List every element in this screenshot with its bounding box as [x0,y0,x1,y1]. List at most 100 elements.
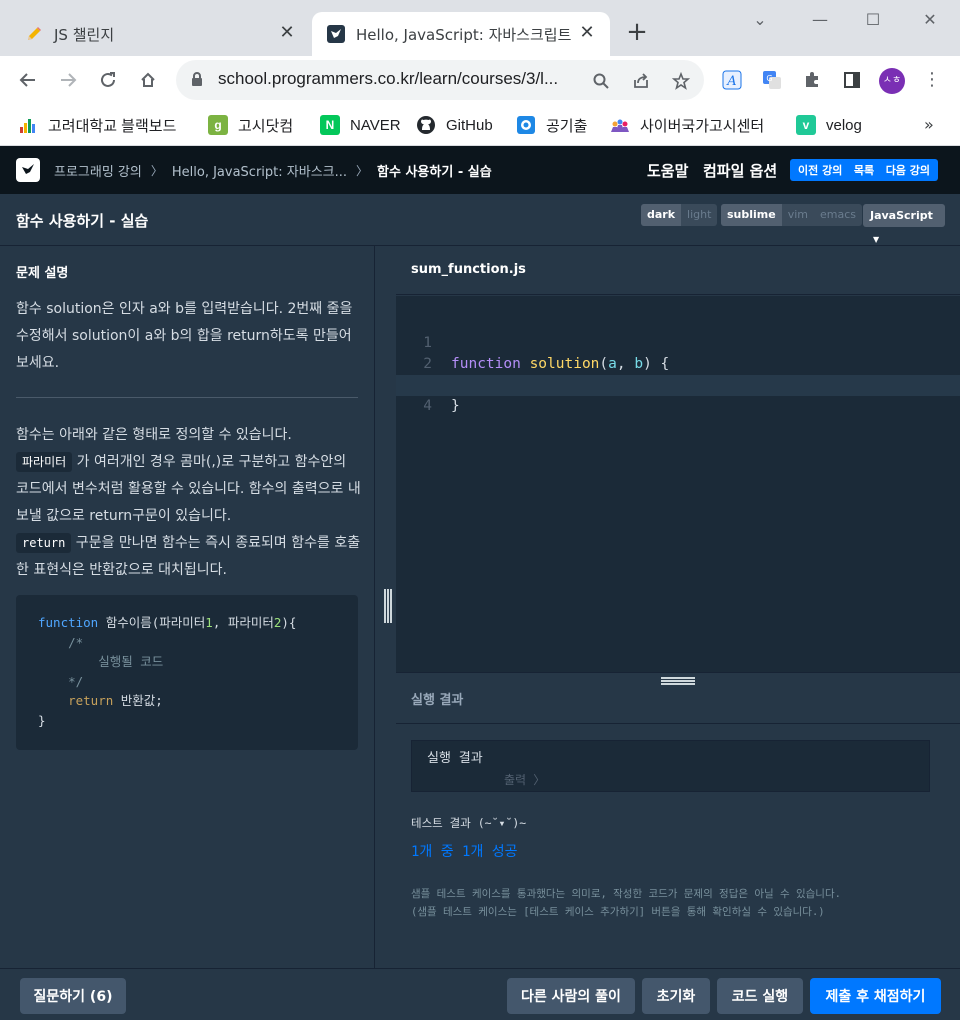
keymap-toggle: sublime vim emacs [721,204,863,226]
zoom-search-icon[interactable] [590,70,612,92]
browser-tab-js-challenge[interactable]: JS 챌린지 ✕ [10,12,310,56]
next-lecture-button[interactable]: 다음 강의 [886,162,930,178]
prev-lecture-button[interactable]: 이전 강의 [798,162,842,178]
output-title: 실행 결과 [427,751,483,766]
result-pane: 실행 결과 실행 결과 출력 〉 테스트 결과 (~˘▾˘)~ 1개 중 1개 … [396,672,960,968]
bars-icon [18,115,38,135]
window-close-icon[interactable]: ✕ [915,8,945,32]
side-panel-icon[interactable] [840,68,864,92]
browser-tab-hello-javascript[interactable]: Hello, JavaScript: 자바스크립트 ✕ [312,12,610,56]
test-note: 샘플 테스트 케이스를 통과했다는 의미로, 작성한 코드가 문제의 정답은 아… [411,888,841,918]
code-line[interactable]: 2 return a + b; [396,333,960,393]
editor-filename-tab[interactable]: sum_function.js [411,262,526,277]
pane-resize-handle[interactable] [384,589,392,623]
language-select[interactable]: JavaScript ▼ [863,204,945,244]
output-toggle[interactable]: 출력 〉 [504,771,545,788]
programmers-logo-icon [326,24,346,44]
home-icon[interactable] [134,66,162,94]
extensions-puzzle-icon[interactable] [800,68,824,92]
bookmark-cyber-exam-center[interactable]: 사이버국가고시센터 [610,113,764,137]
problem-description-pane: 문제 설명 함수 solution은 인자 a와 b를 입력받습니다. 2번째 … [0,246,375,968]
url-text: school.programmers.co.kr/learn/courses/3… [218,69,559,88]
code-editor[interactable]: 1 function solution(a, b) { 2 return a +… [396,296,960,672]
inline-code-return: return [16,533,72,553]
lock-icon[interactable] [190,71,204,91]
programmers-logo-icon[interactable] [16,158,40,182]
minimize-icon[interactable]: — [805,8,835,32]
forward-arrow-icon[interactable] [54,66,82,94]
pencil-icon [24,24,44,44]
compile-options-link[interactable]: 컴파일 옵션 [703,160,777,181]
help-link[interactable]: 도움말 [647,160,688,181]
tab-title: JS 챌린지 [54,25,115,44]
translate-a-icon[interactable]: A [720,68,744,92]
chevron-right-icon: 〉 [150,164,163,178]
bookmark-velog[interactable]: v velog [796,113,862,137]
result-heading: 실행 결과 [411,693,464,708]
google-translate-icon[interactable]: G [760,68,784,92]
bookmark-naver[interactable]: N NAVER [320,113,401,137]
code-line[interactable]: 1 function solution(a, b) { [396,312,960,372]
code-editor-pane: sum_function.js 1 function solution(a, b… [396,246,960,672]
bookmark-github[interactable]: GitHub [416,113,493,137]
breadcrumb: 프로그래밍 강의 〉 Hello, JavaScript: 자바스크... 〉 … [54,161,492,180]
execution-output-box: 실행 결과 출력 〉 [411,740,930,792]
caret-down-icon: ▼ [873,235,880,244]
divider [16,397,358,398]
bookmark-gonggichul[interactable]: 공기출 [516,113,587,137]
run-code-button[interactable]: 코드 실행 [717,978,803,1014]
submit-and-grade-button[interactable]: 제출 후 채점하기 [810,978,941,1014]
address-bar[interactable]: school.programmers.co.kr/learn/courses/3… [176,60,704,100]
new-tab-button[interactable]: + [624,19,650,45]
problem-paragraph-1: 함수 solution은 인자 a와 b를 입력받습니다. 2번째 줄을 수정해… [16,301,353,371]
lecture-list-button[interactable]: 목록 [854,162,874,178]
maximize-icon[interactable]: ☐ [858,8,888,32]
paragraph-line: 함수는 아래와 같은 형태로 정의할 수 있습니다. [16,427,292,443]
lesson-header: 함수 사용하기 - 실습 dark light sublime vim emac… [0,194,960,246]
divider [396,723,960,724]
code-line[interactable]: 3 } [396,354,960,414]
back-arrow-icon[interactable] [14,66,42,94]
g-icon: g [208,115,228,135]
bookmark-star-icon[interactable] [670,70,692,92]
people-icon [610,115,630,135]
keymap-vim-option[interactable]: vim [782,204,814,226]
code-line-active[interactable]: 4 [396,375,960,414]
keymap-sublime-option[interactable]: sublime [721,204,782,226]
breadcrumb-course[interactable]: Hello, JavaScript: 자바스크... [172,161,347,180]
tab-title: Hello, JavaScript: 자바스크립트 [356,25,572,44]
result-resize-handle[interactable] [661,677,695,685]
reset-button[interactable]: 초기화 [642,978,710,1014]
bookmarks-bar: 고려대학교 블랙보드 g 고시닷컴 N NAVER GitHub 공기출 사이버… [0,104,960,146]
inline-code-parameter: 파라미터 [16,452,73,472]
breadcrumb-programming-lectures[interactable]: 프로그래밍 강의 [54,161,142,180]
theme-dark-option[interactable]: dark [641,204,682,226]
others-solutions-button[interactable]: 다른 사람의 풀이 [507,978,635,1014]
theme-light-option[interactable]: light [681,204,717,226]
example-code-block: function 함수이름(파라미터1, 파라미터2){ /* 실행될 코드 *… [16,595,358,750]
profile-avatar[interactable]: ㅅㅎ [879,68,905,94]
ask-question-button[interactable]: 질문하기 (6) [20,978,126,1014]
bookmarks-more-icon[interactable]: » [924,115,934,134]
bookmark-korea-univ-blackboard[interactable]: 고려대학교 블랙보드 [18,113,176,137]
test-result-label: 테스트 결과 (~˘▾˘)~ [411,816,527,830]
share-icon[interactable] [630,70,652,92]
keymap-emacs-option[interactable]: emacs [814,204,862,226]
browser-tab-strip: JS 챌린지 ✕ Hello, JavaScript: 자바스크립트 ✕ + ⌄… [0,0,960,56]
bookmark-gosi-dotcom[interactable]: g 고시닷컴 [208,113,293,137]
target-icon [516,115,536,135]
tab-search-icon[interactable]: ⌄ [745,8,775,32]
reload-icon[interactable] [94,66,122,94]
lesson-title: 함수 사용하기 - 실습 [16,212,149,230]
close-tab-icon[interactable]: ✕ [276,22,298,44]
lecture-nav-buttons: 이전 강의 목록 다음 강의 [790,159,938,181]
browser-toolbar: school.programmers.co.kr/learn/courses/3… [0,56,960,104]
menu-kebab-icon[interactable]: ⋮ [922,68,942,92]
test-success-count: 1개 중 1개 성공 [411,844,518,860]
svg-text:A: A [726,74,736,89]
chevron-right-icon: 〉 [356,164,369,178]
v-icon: v [796,115,816,135]
problem-paragraph-2: 함수는 아래와 같은 형태로 정의할 수 있습니다. 파라미터 가 여러개인 경… [16,422,361,584]
breadcrumb-current: 함수 사용하기 - 실습 [377,165,492,180]
close-tab-icon[interactable]: ✕ [576,22,598,44]
